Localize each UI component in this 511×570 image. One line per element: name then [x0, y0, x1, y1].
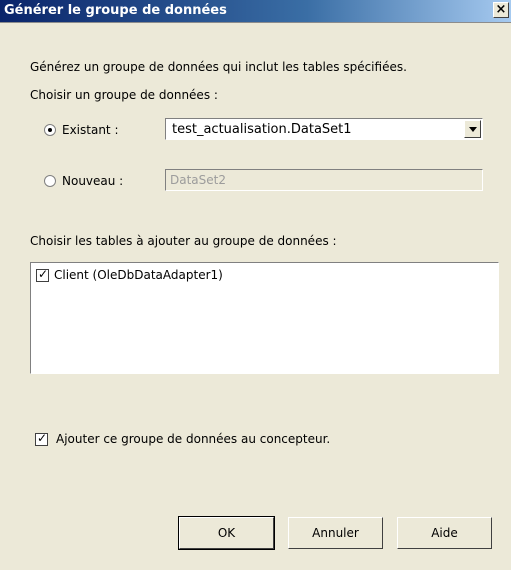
- help-button[interactable]: Aide: [397, 517, 492, 549]
- combo-dropdown-button[interactable]: [464, 120, 481, 138]
- chevron-down-icon: [469, 127, 477, 132]
- table-item-label[interactable]: Client (OleDbDataAdapter1): [54, 268, 223, 282]
- choose-dataset-label: Choisir un groupe de données :: [30, 88, 218, 102]
- description-text: Générez un groupe de données qui inclut …: [30, 60, 407, 74]
- tables-label: Choisir les tables à ajouter au groupe d…: [30, 234, 337, 248]
- window-title: Générer le groupe de données: [4, 3, 227, 18]
- new-dataset-field[interactable]: [165, 169, 483, 191]
- radio-selected-dot: [48, 128, 52, 132]
- add-to-designer-label[interactable]: Ajouter ce groupe de données au concepte…: [56, 432, 330, 446]
- check-icon: ✓: [38, 267, 49, 281]
- new-dataset-input[interactable]: [170, 172, 470, 188]
- existing-dataset-combo[interactable]: test_actualisation.DataSet1: [165, 118, 483, 140]
- existing-radio[interactable]: [44, 124, 56, 136]
- close-button[interactable]: ×: [493, 2, 509, 18]
- ok-button[interactable]: OK: [178, 516, 275, 550]
- cancel-button[interactable]: Annuler: [288, 517, 383, 549]
- close-icon: ×: [495, 2, 507, 17]
- title-bar: Générer le groupe de données ×: [0, 0, 511, 23]
- table-checkbox[interactable]: ✓: [36, 267, 49, 282]
- combo-selected-value: test_actualisation.DataSet1: [172, 122, 352, 137]
- new-radio[interactable]: [44, 175, 56, 187]
- add-to-designer-checkbox[interactable]: ✓: [35, 431, 48, 446]
- tables-list[interactable]: ✓ Client (OleDbDataAdapter1): [30, 262, 499, 374]
- check-icon: ✓: [37, 431, 48, 445]
- new-radio-label[interactable]: Nouveau :: [62, 174, 123, 188]
- existing-radio-label[interactable]: Existant :: [62, 123, 119, 137]
